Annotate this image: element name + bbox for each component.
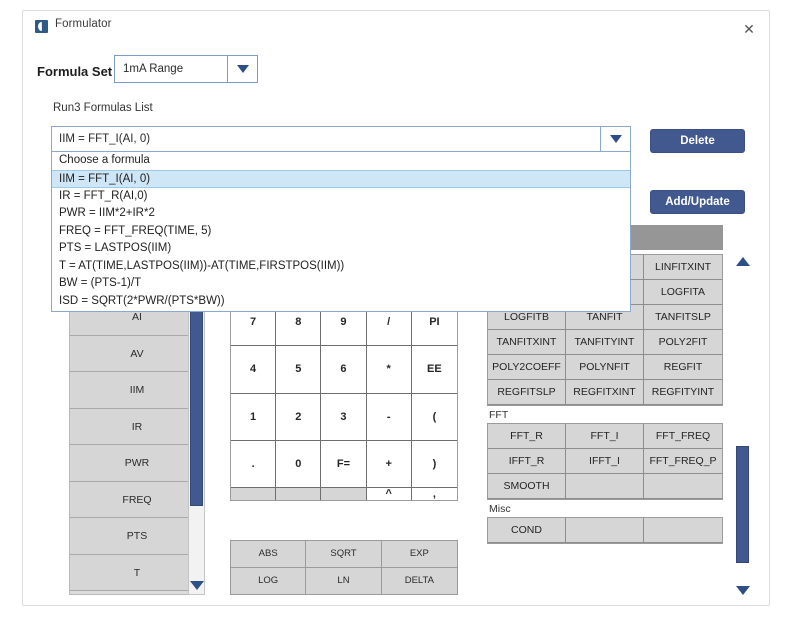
formulator-app: Formulator ✕ Formula Set 1mA Range Run3 … <box>0 0 789 632</box>
variable-list[interactable]: AI AV IIM IR PWR FREQ PTS T <box>69 298 205 595</box>
function-button[interactable]: ABS <box>231 541 307 568</box>
formulas-list-label: Run3 Formulas List <box>53 102 153 114</box>
formula-select-arrow[interactable] <box>600 127 630 151</box>
window-title: Formulator <box>55 18 112 30</box>
close-icon[interactable]: ✕ <box>739 19 759 39</box>
function-cell[interactable]: SMOOTH <box>488 474 566 499</box>
function-cell[interactable]: LOGFITA <box>644 280 722 305</box>
formula-dropdown-list[interactable]: Choose a formula IIM = FFT_I(AI, 0) IR = F… <box>51 152 631 312</box>
function-keypad[interactable]: ABS SQRT EXP LOG LN DELTA <box>230 540 458 595</box>
formulator-window: Formulator ✕ Formula Set 1mA Range Run3 … <box>22 10 770 606</box>
keypad-key[interactable]: . <box>231 440 277 488</box>
variable-list-scrollbar[interactable] <box>188 298 205 595</box>
formula-option[interactable]: ISD = SQRT(2*PWR/(PTS*BW)) <box>52 293 630 311</box>
fft-section-label: FFT <box>489 409 509 421</box>
function-cell[interactable]: TANFITXINT <box>488 330 566 355</box>
keypad-key[interactable]: ( <box>411 393 457 441</box>
function-button[interactable]: SQRT <box>306 541 382 568</box>
numeric-keypad[interactable]: 7 8 9/PI 4 5 6 * EE 1 2 3-(. 0 F= +) ^, <box>230 298 458 501</box>
formula-option[interactable]: Choose a formula <box>52 152 630 170</box>
keypad-key[interactable]: 0 <box>276 440 322 488</box>
variable-list-scroll-thumb[interactable] <box>190 300 203 506</box>
function-button[interactable]: LN <box>306 567 382 594</box>
function-cell[interactable]: REGFITYINT <box>644 380 722 405</box>
formula-option[interactable]: BW = (PTS-1)/T <box>52 275 630 293</box>
function-cell-empty <box>566 518 644 543</box>
fft-functions-grid[interactable]: FFT_R FFT_I FFT_FREQ IFFT_R IFFT_I FFT_FREQ_P… <box>487 423 723 500</box>
function-cell[interactable]: COND <box>488 518 566 543</box>
function-cell[interactable]: IFFT_I <box>566 449 644 474</box>
title-bar: Formulator ✕ <box>23 11 769 43</box>
keypad-blank <box>276 488 322 500</box>
chevron-down-icon <box>609 135 622 143</box>
function-cell-empty <box>566 474 644 499</box>
keypad-key[interactable]: ) <box>411 440 457 488</box>
keypad-blank <box>321 488 367 500</box>
keypad-key[interactable]: 2 <box>276 393 322 441</box>
function-button[interactable]: LOG <box>231 567 307 594</box>
function-cell[interactable]: REGFIT <box>644 355 722 380</box>
function-cell-empty <box>644 474 722 499</box>
delete-button[interactable]: Delete <box>650 129 745 153</box>
variable-item[interactable]: PWR <box>70 445 204 482</box>
function-cell[interactable]: TANFITSLP <box>644 305 722 330</box>
formula-option[interactable]: IR = FFT_R(AI,0) <box>52 188 630 206</box>
formula-option[interactable]: FREQ = FFT_FREQ(TIME, 5) <box>52 223 630 241</box>
function-button[interactable]: EXP <box>381 541 457 568</box>
variable-item[interactable]: PTS <box>70 518 204 555</box>
function-cell[interactable]: FFT_I <box>566 424 644 449</box>
keypad-key[interactable]: - <box>366 393 412 441</box>
keypad-blank <box>231 488 277 500</box>
keypad-key[interactable]: ^ <box>366 488 412 500</box>
formula-set-arrow[interactable] <box>227 56 257 82</box>
variable-item[interactable]: AV <box>70 335 204 372</box>
function-cell[interactable]: POLY2FIT <box>644 330 722 355</box>
function-panel-scroll-thumb[interactable] <box>736 446 749 563</box>
keypad-key[interactable]: 1 <box>231 393 277 441</box>
function-cell[interactable]: IFFT_R <box>488 449 566 474</box>
formula-set-select[interactable]: 1mA Range <box>114 55 258 83</box>
scroll-up-icon[interactable] <box>735 257 750 266</box>
function-cell[interactable]: FFT_R <box>488 424 566 449</box>
function-cell[interactable]: POLY2COEFF <box>488 355 566 380</box>
function-cell-empty <box>644 518 722 543</box>
formula-option[interactable]: IIM = FFT_I(AI, 0) <box>52 169 630 188</box>
keypad-key[interactable]: + <box>366 440 412 488</box>
formula-option[interactable]: PWR = IIM*2+IR*2 <box>52 205 630 223</box>
keypad-key[interactable]: 4 <box>231 346 277 394</box>
misc-functions-grid[interactable]: COND <box>487 517 723 544</box>
scroll-down-icon[interactable] <box>735 586 750 595</box>
function-panel-scrollbar[interactable] <box>734 257 751 595</box>
keypad-key[interactable]: , <box>411 488 457 500</box>
app-logo-icon <box>35 20 48 33</box>
function-cell[interactable]: TANFITYINT <box>566 330 644 355</box>
keypad-key[interactable]: 5 <box>276 346 322 394</box>
formula-select[interactable]: IIM = FFT_I(AI, 0) <box>51 126 631 152</box>
function-cell[interactable]: POLYNFIT <box>566 355 644 380</box>
variable-item[interactable]: T <box>70 554 204 591</box>
formula-set-value: 1mA Range <box>123 63 184 75</box>
variable-item[interactable]: FREQ <box>70 481 204 518</box>
function-cell[interactable]: FFT_FREQ <box>644 424 722 449</box>
formula-option[interactable]: PTS = LASTPOS(IIM) <box>52 240 630 258</box>
function-cell[interactable]: REGFITSLP <box>488 380 566 405</box>
variable-item[interactable]: IR <box>70 408 204 445</box>
keypad-key[interactable]: * <box>366 346 412 394</box>
variable-item[interactable]: IIM <box>70 372 204 409</box>
function-cell[interactable]: LINFITXINT <box>644 255 722 280</box>
formula-set-label: Formula Set <box>37 64 113 79</box>
keypad-key[interactable]: 6 <box>321 346 367 394</box>
chevron-down-icon <box>236 65 249 73</box>
function-cell[interactable]: REGFITXINT <box>566 380 644 405</box>
misc-section-label: Misc <box>489 503 511 515</box>
add-update-button[interactable]: Add/Update <box>650 190 745 214</box>
scroll-down-icon[interactable] <box>189 581 204 590</box>
function-button[interactable]: DELTA <box>381 567 457 594</box>
keypad-key[interactable]: F= <box>321 440 367 488</box>
keypad-key[interactable]: EE <box>411 346 457 394</box>
keypad-key[interactable]: 3 <box>321 393 367 441</box>
formula-option[interactable]: T = AT(TIME,LASTPOS(IIM))-AT(TIME,FIRSTP… <box>52 258 630 276</box>
formula-select-value: IIM = FFT_I(AI, 0) <box>59 133 151 145</box>
function-cell[interactable]: FFT_FREQ_P <box>644 449 722 474</box>
